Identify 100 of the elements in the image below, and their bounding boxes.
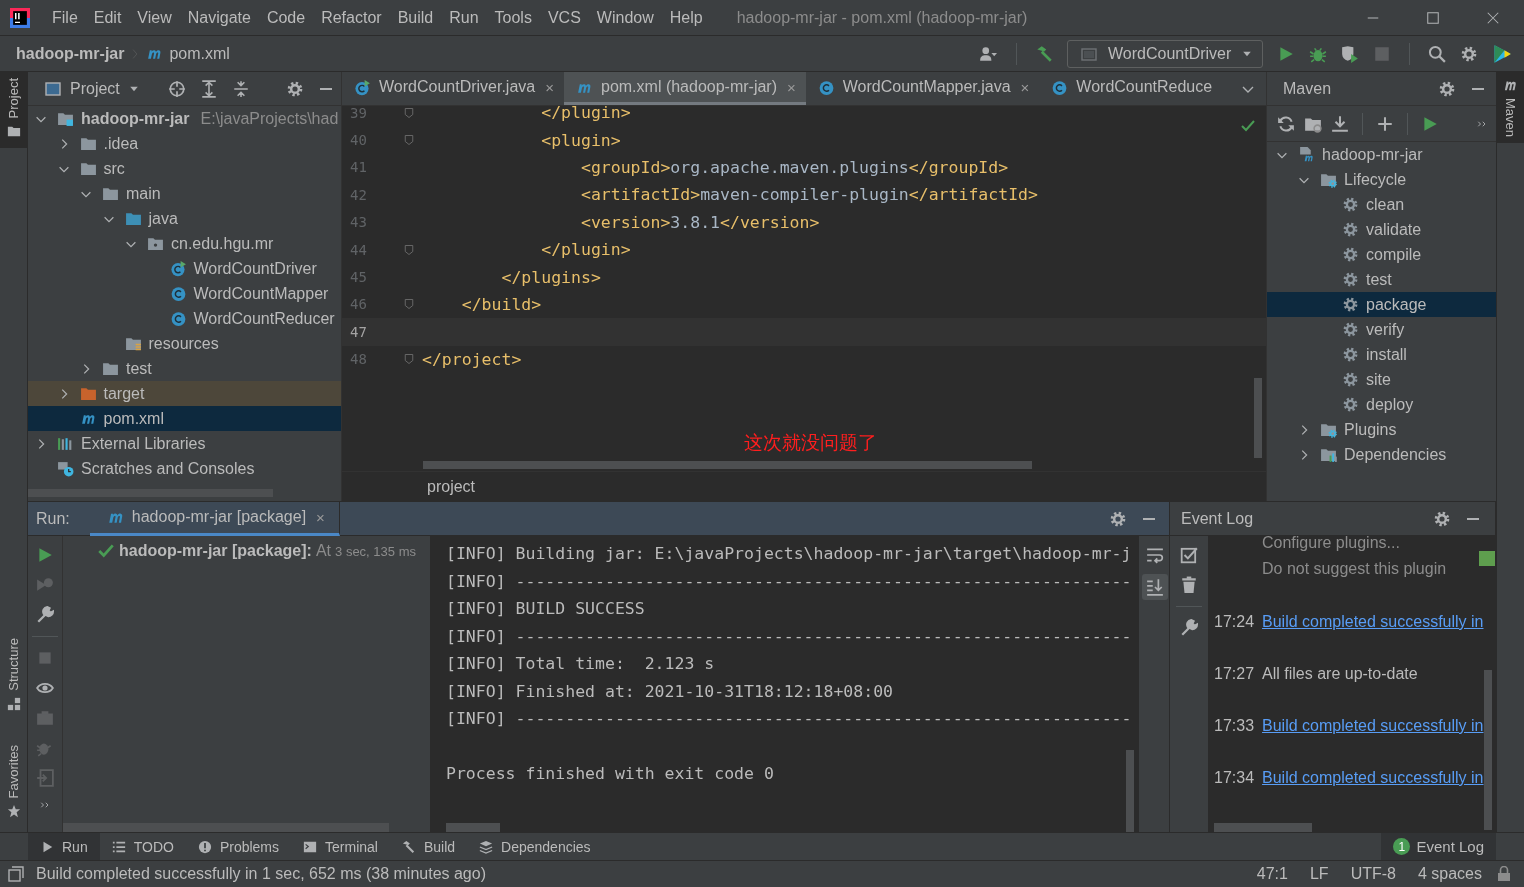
status-item[interactable]: LF (1301, 865, 1337, 883)
tree-item[interactable]: Plugins (1267, 417, 1496, 442)
status-item[interactable]: UTF-8 (1342, 865, 1404, 883)
menu-item[interactable]: Window (588, 8, 662, 27)
tree-item[interactable]: .idea (28, 131, 341, 156)
code-line: <version>3.8.1</version> (579, 212, 820, 232)
menu-item[interactable]: Build (389, 8, 442, 27)
tree-item[interactable]: install (1267, 342, 1496, 367)
breadcrumb-item[interactable]: project (427, 477, 476, 496)
tool-window-tab[interactable]: TODO (99, 833, 186, 860)
menu-item[interactable]: Navigate (179, 8, 259, 27)
tree-item[interactable]: src (28, 156, 341, 181)
tool-window-tab[interactable]: Favorites (0, 738, 27, 824)
tree-item[interactable]: pom.xml (28, 406, 341, 431)
editor-tab[interactable]: WordCountDriver.java × (342, 72, 564, 105)
tree-item[interactable]: verify (1267, 317, 1496, 342)
panel-title: Run: (36, 509, 70, 528)
run-configuration-dropdown[interactable]: WordCountDriver (1067, 39, 1263, 68)
panel-title: Event Log (1181, 509, 1254, 528)
log-link[interactable]: Build completed successfully in (1262, 609, 1484, 635)
tree-item[interactable]: test (1267, 267, 1496, 292)
panel-title: Maven (1283, 79, 1332, 98)
tree-item[interactable]: site (1267, 367, 1496, 392)
tree-item[interactable]: main (28, 181, 341, 206)
tree-item[interactable]: deploy (1267, 392, 1496, 417)
status-item[interactable]: 4 spaces (1409, 865, 1490, 883)
tree-item[interactable]: validate (1267, 217, 1496, 242)
tool-window-tab[interactable]: Maven (1497, 72, 1524, 144)
tree-item[interactable]: WordCountReducer (28, 306, 341, 331)
tool-window-tab[interactable]: Run (28, 833, 100, 860)
tree-item[interactable]: test (28, 356, 341, 381)
line-number: 46 (349, 296, 368, 313)
log-link[interactable]: Build completed successfully in (1262, 765, 1484, 791)
code-line: </project> (422, 349, 522, 369)
editor-tab[interactable]: WordCountMapper.java × (805, 72, 1040, 105)
tool-window-tab[interactable]: 1 Event Log (1381, 833, 1496, 860)
tree-item[interactable]: External Libraries (28, 431, 341, 456)
editor-tab[interactable]: pom.xml (hadoop-mr-jar) × (564, 72, 806, 105)
menu-item[interactable]: View (129, 8, 180, 27)
tool-window-tab[interactable]: Dependencies (467, 833, 603, 860)
tree-item[interactable]: java (28, 206, 341, 231)
breadcrumb-item[interactable]: pom.xml (169, 44, 230, 63)
menu-item[interactable]: Refactor (313, 8, 390, 27)
code-line: <groupId>org.apache.maven.plugins</groupId> (579, 157, 1009, 177)
log-link[interactable]: Build completed successfully in (1262, 713, 1484, 739)
editor-tab[interactable]: WordCountReduce (1039, 72, 1223, 105)
line-number: 40 (349, 132, 368, 149)
panel-view-dropdown[interactable]: Project (44, 79, 140, 98)
tree-item[interactable]: clean (1267, 192, 1496, 217)
console-line: [INFO] -------------------------------------------------------------- (446, 708, 1133, 730)
tree-item[interactable]: Dependencies (1267, 442, 1496, 467)
menu-item[interactable]: Run (441, 8, 487, 27)
menu-item[interactable]: File (44, 8, 86, 27)
tool-window-tab[interactable]: Structure (0, 631, 27, 717)
tree-item[interactable]: target (28, 381, 341, 406)
tree-item[interactable]: hadoop-mr-jar E:\javaProjects\had (28, 106, 341, 131)
tree-item[interactable]: resources (28, 331, 341, 356)
menu-item[interactable]: Code (258, 8, 314, 27)
tree-item[interactable]: Lifecycle (1267, 167, 1496, 192)
line-number: 48 (349, 351, 368, 368)
log-time: 17:24 (1214, 612, 1255, 632)
console-line: Process finished with exit code 0 (446, 763, 775, 785)
tree-item[interactable]: compile (1267, 242, 1496, 267)
console-line: [INFO] Total time: 2.123 s (446, 653, 716, 675)
annotation-text: 这次就没问题了 (744, 431, 877, 455)
code-line: </plugin> (540, 106, 631, 123)
code-line: <artifactId>maven-compiler-plugin</artifactId> (579, 185, 1038, 205)
console-line: [INFO] Building jar: E:\javaProjects\hadoop-mr-jar\target\hadoop-mr-j (446, 543, 1133, 565)
status-message: Build completed successfully in 1 sec, 652 ms (38 minutes ago) (36, 865, 486, 883)
tab-close-button[interactable]: × (1020, 78, 1030, 96)
tree-item[interactable]: hadoop-mr-jar (1267, 142, 1496, 167)
tree-item[interactable]: cn.edu.hgu.mr (28, 231, 341, 256)
notification-action[interactable]: Do not suggest this plugin (1262, 560, 1447, 577)
tree-item[interactable]: package (1267, 292, 1496, 317)
log-message: All files are up-to-date (1262, 664, 1418, 684)
menu-item[interactable]: Help (661, 8, 711, 27)
tool-window-tab[interactable]: Build (389, 833, 468, 860)
line-number: 47 (349, 323, 368, 340)
breadcrumb-item[interactable]: hadoop-mr-jar (16, 44, 125, 63)
count-badge: 1 (1393, 838, 1411, 855)
line-number: 43 (349, 214, 368, 231)
tab-close-button[interactable]: × (316, 508, 325, 526)
run-tree-item[interactable]: hadoop-mr-jar [package]: At 3 sec, 135 ms (97, 540, 430, 562)
tab-close-button[interactable]: × (545, 78, 554, 96)
line-number: 42 (349, 186, 368, 203)
menu-item[interactable]: Edit (85, 8, 130, 27)
line-number: 45 (349, 269, 368, 286)
menu-item[interactable]: VCS (539, 8, 589, 27)
notification-action[interactable]: Configure plugins... (1262, 536, 1400, 551)
tree-item[interactable]: Scratches and Consoles (28, 456, 341, 481)
tree-item[interactable]: WordCountDriver (28, 256, 341, 281)
tool-window-tab[interactable]: Project (0, 72, 27, 149)
code-line: </plugin> (540, 240, 631, 260)
status-item[interactable]: 47:1 (1248, 865, 1296, 883)
tool-window-tab[interactable]: Terminal (291, 833, 390, 860)
tool-window-tab[interactable]: Problems (185, 833, 292, 860)
code-line: <plugin> (540, 130, 621, 150)
tree-item[interactable]: WordCountMapper (28, 281, 341, 306)
menu-item[interactable]: Tools (486, 8, 540, 27)
tab-close-button[interactable]: × (787, 78, 796, 96)
